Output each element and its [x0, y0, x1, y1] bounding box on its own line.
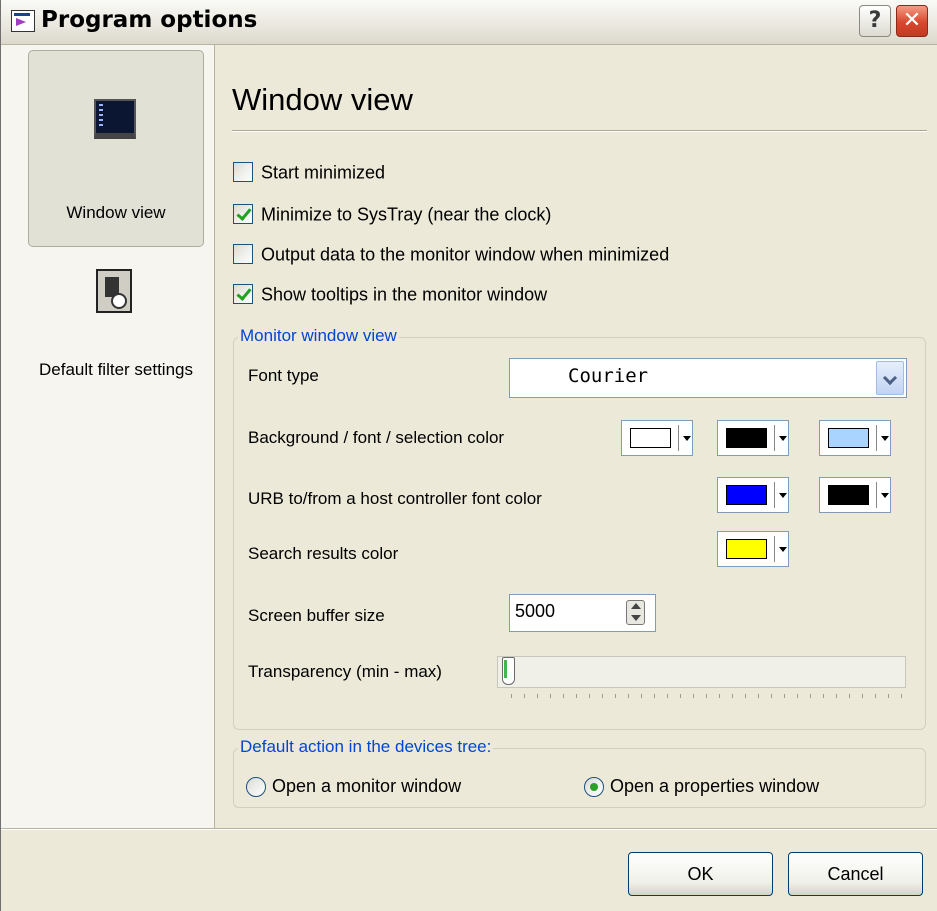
minimize-to-systray-checkbox[interactable]: Minimize to SysTray (near the clock) — [233, 201, 551, 225]
radio-button[interactable] — [246, 777, 266, 798]
dropdown-arrow-icon — [779, 547, 787, 552]
checkbox-box[interactable] — [233, 162, 253, 183]
title-bar[interactable]: Program options ? ✕ — [1, 0, 937, 45]
nav-item-window-view[interactable]: Window view — [28, 50, 204, 247]
radio-label: Open a properties window — [610, 776, 820, 796]
page-title: Window view — [232, 82, 413, 117]
dropdown-arrow-icon — [683, 436, 691, 441]
slider-ticks — [511, 694, 903, 698]
divider — [774, 425, 775, 451]
options-nav: Window view Default filter settings — [1, 45, 215, 828]
app-icon — [11, 10, 35, 32]
color-swatch — [726, 539, 767, 559]
filter-settings-icon — [96, 269, 132, 313]
nav-item-label: Window view — [66, 203, 166, 222]
transparency-slider-track[interactable] — [497, 656, 906, 688]
color-swatch — [828, 485, 869, 505]
transparency-slider-thumb[interactable] — [502, 657, 515, 685]
footer-divider — [1, 828, 937, 830]
search-results-color-picker[interactable] — [717, 531, 789, 567]
divider — [774, 536, 775, 562]
checkbox-label: Show tooltips in the monitor window — [261, 284, 548, 305]
arrow-down-icon[interactable] — [631, 615, 641, 621]
ok-button[interactable]: OK — [628, 852, 773, 896]
window-view-icon — [94, 99, 136, 139]
chevron-down-icon[interactable] — [876, 361, 904, 395]
checkbox-box[interactable] — [233, 244, 253, 265]
divider — [774, 482, 775, 508]
open-properties-window-radio[interactable]: Open a properties window — [584, 774, 819, 798]
cancel-button[interactable]: Cancel — [788, 852, 923, 896]
title-divider — [232, 130, 927, 132]
selection-color-picker[interactable] — [819, 420, 891, 456]
help-button[interactable]: ? — [859, 5, 891, 37]
nav-item-default-filter-settings[interactable]: Default filter settings — [28, 257, 204, 407]
checkbox-label: Start minimized — [261, 162, 386, 183]
colors-label: Background / font / selection color — [248, 428, 505, 447]
color-swatch — [726, 485, 767, 505]
font-type-select[interactable]: Courier — [509, 358, 907, 398]
group-legend: Default action in the devices tree: — [238, 737, 494, 757]
search-results-color-label: Search results color — [248, 544, 399, 563]
background-color-picker[interactable] — [621, 420, 693, 456]
color-swatch — [726, 428, 767, 448]
urb-from-color-picker[interactable] — [819, 477, 891, 513]
show-tooltips-checkbox[interactable]: Show tooltips in the monitor window — [233, 281, 547, 305]
dropdown-arrow-icon — [881, 493, 889, 498]
open-monitor-window-radio[interactable]: Open a monitor window — [246, 774, 461, 798]
divider — [876, 482, 877, 508]
divider — [876, 425, 877, 451]
checkbox-box[interactable] — [233, 284, 253, 305]
dropdown-arrow-icon — [779, 436, 787, 441]
dropdown-arrow-icon — [779, 493, 787, 498]
screen-buffer-size-spinner[interactable]: 5000 — [509, 594, 656, 632]
checkbox-label: Minimize to SysTray (near the clock) — [261, 204, 552, 225]
urb-to-color-picker[interactable] — [717, 477, 789, 513]
output-when-minimized-checkbox[interactable]: Output data to the monitor window when m… — [233, 241, 669, 265]
screen-buffer-size-value[interactable]: 5000 — [515, 601, 555, 622]
checkbox-box[interactable] — [233, 204, 253, 225]
radio-button[interactable] — [584, 777, 604, 798]
radio-label: Open a monitor window — [272, 776, 462, 796]
divider — [678, 425, 679, 451]
urb-font-color-label: URB to/from a host controller font color — [248, 489, 542, 508]
checkbox-label: Output data to the monitor window when m… — [261, 244, 670, 265]
color-swatch — [828, 428, 869, 448]
window-title: Program options — [41, 7, 258, 33]
screen-buffer-size-label: Screen buffer size — [248, 606, 385, 625]
font-color-picker[interactable] — [717, 420, 789, 456]
spinner-buttons[interactable] — [626, 600, 645, 625]
arrow-up-icon[interactable] — [631, 603, 641, 609]
transparency-label: Transparency (min - max) — [248, 662, 442, 681]
dropdown-arrow-icon — [881, 436, 889, 441]
group-legend: Monitor window view — [238, 326, 399, 346]
font-type-label: Font type — [248, 366, 319, 385]
start-minimized-checkbox[interactable]: Start minimized — [233, 159, 385, 183]
program-options-dialog: Program options ? ✕ Window view Default … — [0, 0, 937, 911]
close-button[interactable]: ✕ — [896, 5, 928, 37]
font-type-value: Courier — [568, 365, 649, 387]
nav-item-label: Default filter settings — [38, 360, 193, 379]
color-swatch — [630, 428, 671, 448]
